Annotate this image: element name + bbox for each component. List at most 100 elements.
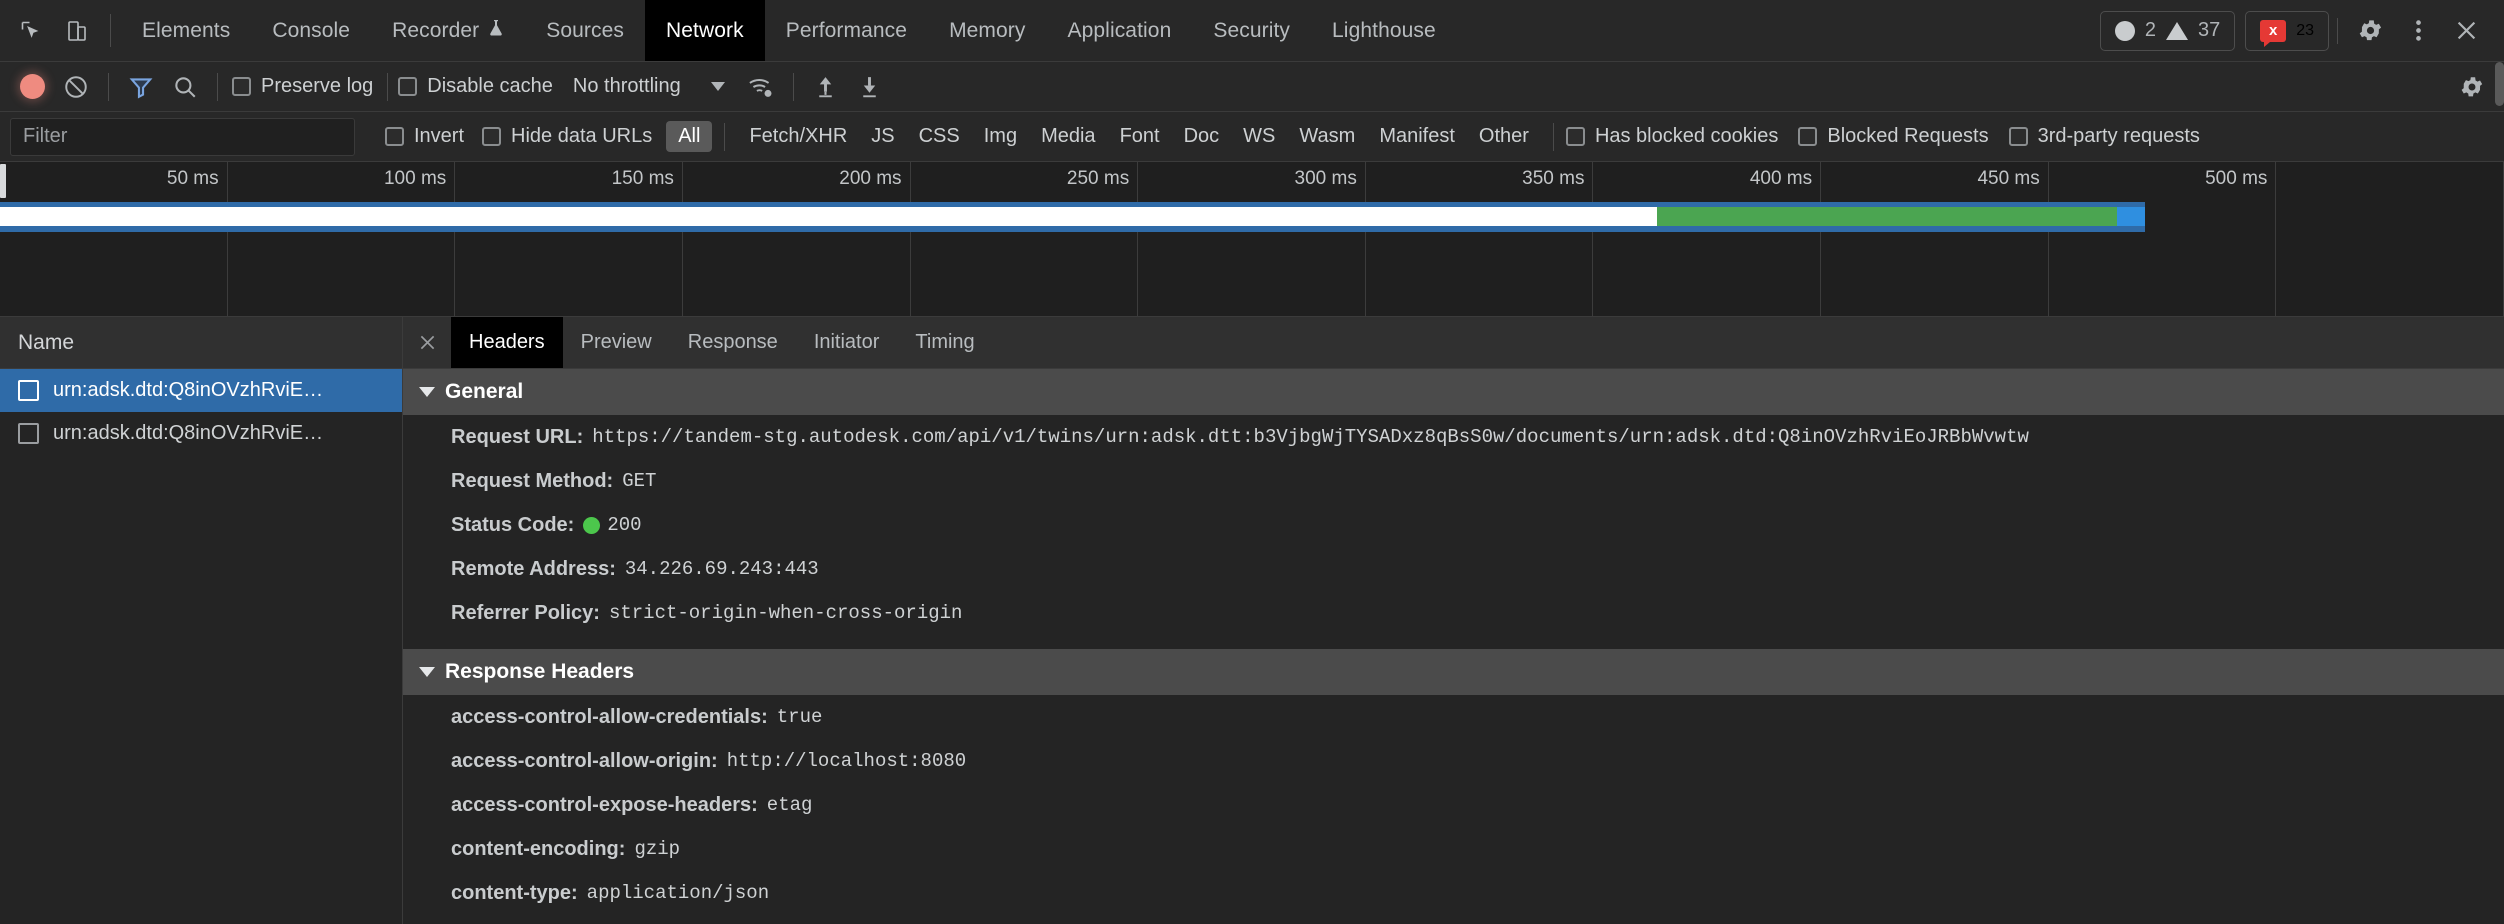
preserve-log-box[interactable]: [232, 77, 251, 96]
tab-application[interactable]: Application: [1047, 0, 1193, 61]
tab-lighthouse[interactable]: Lighthouse: [1311, 0, 1457, 61]
kebab-menu-icon[interactable]: [2394, 0, 2442, 62]
row-checkbox[interactable]: [18, 380, 39, 401]
filter-divider-2: [1552, 122, 1554, 151]
hide-data-urls-checkbox[interactable]: Hide data URLs: [482, 125, 652, 148]
tab-preview-label: Preview: [580, 331, 652, 353]
console-error-badge[interactable]: x 23: [2245, 10, 2329, 51]
filter-chip-img[interactable]: Img: [972, 121, 1029, 152]
filter-chip-manifest[interactable]: Manifest: [1367, 121, 1467, 152]
toolbar-divider-3: [387, 72, 389, 101]
network-settings-gear-icon[interactable]: [2450, 65, 2494, 109]
ruler-cell: 100 ms: [228, 162, 456, 316]
ruler-cell: 300 ms: [1138, 162, 1366, 316]
general-section-title: General: [445, 380, 524, 403]
disable-cache-box[interactable]: [398, 77, 418, 96]
tab-headers[interactable]: Headers: [451, 317, 563, 368]
import-har-button[interactable]: [804, 65, 848, 109]
tab-recorder[interactable]: Recorder: [371, 0, 525, 61]
clear-button[interactable]: [54, 65, 98, 109]
has-blocked-cookies-box[interactable]: [1565, 127, 1585, 146]
ruler-cell: [2276, 162, 2504, 316]
network-conditions-button[interactable]: [739, 65, 783, 109]
tick-label-200ms: 200 ms: [839, 168, 902, 189]
filter-divider-1: [724, 122, 726, 151]
filter-chip-ws[interactable]: WS: [1231, 121, 1287, 152]
window-scrollbar[interactable]: [2495, 62, 2504, 106]
general-status-code-row: Status Code: 200: [403, 503, 2504, 547]
preserve-log-checkbox[interactable]: Preserve log: [232, 75, 373, 98]
filter-chip-fetch-xhr[interactable]: Fetch/XHR: [737, 121, 859, 152]
tab-network[interactable]: Network: [645, 0, 765, 61]
close-icon[interactable]: [403, 317, 451, 368]
acao-value: http://localhost:8080: [726, 750, 967, 772]
tab-preview[interactable]: Preview: [563, 317, 670, 368]
ruler-cell: 200 ms: [683, 162, 911, 316]
search-button[interactable]: [163, 65, 207, 109]
tab-recorder-label: Recorder: [392, 18, 480, 42]
ruler-cell: 350 ms: [1366, 162, 1594, 316]
has-blocked-cookies-checkbox[interactable]: Has blocked cookies: [1565, 125, 1778, 148]
response-header-row: content-type: application/json: [403, 871, 2504, 915]
filter-chip-font[interactable]: Font: [1108, 121, 1172, 152]
tab-elements[interactable]: Elements: [121, 0, 251, 61]
network-timeline-overview[interactable]: 50 ms 100 ms 150 ms 200 ms 250 ms 300 ms…: [0, 162, 2504, 317]
filter-chip-other[interactable]: Other: [1467, 121, 1541, 152]
acao-key: access-control-allow-origin:: [451, 749, 718, 772]
hide-data-urls-box[interactable]: [482, 127, 502, 146]
tab-performance[interactable]: Performance: [765, 0, 928, 61]
status-code-value: 200: [607, 514, 642, 536]
request-list-column-header[interactable]: Name: [0, 317, 402, 369]
close-icon[interactable]: [2442, 0, 2490, 62]
third-party-requests-box[interactable]: [2008, 127, 2028, 146]
tab-response[interactable]: Response: [670, 317, 796, 368]
filter-button[interactable]: [119, 65, 163, 109]
overview-left-grabber[interactable]: [0, 164, 6, 198]
filter-chip-doc[interactable]: Doc: [1172, 121, 1232, 152]
tab-headers-label: Headers: [469, 331, 545, 353]
invert-box[interactable]: [385, 127, 404, 146]
tick-label-500ms: 500 ms: [2205, 168, 2268, 189]
table-row[interactable]: urn:adsk.dtd:Q8inOVzhRviE…: [0, 369, 402, 412]
response-header-row: access-control-allow-credentials: true: [403, 695, 2504, 739]
tab-timing[interactable]: Timing: [897, 317, 992, 368]
request-url-value: https://tandem-stg.autodesk.com/api/v1/t…: [592, 426, 2029, 448]
filter-chip-css[interactable]: CSS: [907, 121, 972, 152]
tab-sources[interactable]: Sources: [525, 0, 645, 61]
third-party-requests-checkbox[interactable]: 3rd-party requests: [2008, 125, 2200, 148]
table-row[interactable]: urn:adsk.dtd:Q8inOVzhRviE…: [0, 412, 402, 455]
filter-chip-media[interactable]: Media: [1029, 121, 1107, 152]
device-toolbar-icon[interactable]: [54, 0, 100, 61]
inspect-element-icon[interactable]: [8, 0, 54, 61]
export-har-button[interactable]: [848, 65, 892, 109]
tab-security[interactable]: Security: [1192, 0, 1311, 61]
remote-address-key: Remote Address:: [451, 557, 616, 580]
tab-initiator[interactable]: Initiator: [796, 317, 898, 368]
filter-chip-js[interactable]: JS: [859, 121, 906, 152]
gear-icon[interactable]: [2346, 0, 2394, 62]
response-header-row: content-encoding: gzip: [403, 827, 2504, 871]
tab-memory[interactable]: Memory: [928, 0, 1046, 61]
tab-console[interactable]: Console: [251, 0, 371, 61]
warning-count: 37: [2197, 19, 2221, 41]
general-request-method-row: Request Method: GET: [403, 459, 2504, 503]
throttling-select[interactable]: No throttling: [573, 75, 725, 98]
blocked-requests-checkbox[interactable]: Blocked Requests: [1798, 125, 1989, 148]
filter-chip-wasm[interactable]: Wasm: [1287, 121, 1367, 152]
record-button[interactable]: [10, 65, 54, 109]
response-headers-section-header[interactable]: Response Headers: [403, 649, 2504, 695]
disable-cache-checkbox[interactable]: Disable cache: [398, 75, 553, 98]
acac-key: access-control-allow-credentials:: [451, 705, 768, 728]
general-section-header[interactable]: General: [403, 369, 2504, 415]
invert-checkbox[interactable]: Invert: [385, 125, 464, 148]
blocked-requests-box[interactable]: [1798, 127, 1818, 146]
console-info-warning-badge[interactable]: 2 37: [2099, 10, 2236, 51]
row-checkbox[interactable]: [18, 423, 39, 444]
tabbar-divider: [110, 14, 111, 47]
ruler-cell: 500 ms: [2049, 162, 2277, 316]
overview-waiting-segment: [0, 207, 1657, 226]
filter-input[interactable]: [10, 117, 355, 156]
request-url-key: Request URL:: [451, 425, 584, 448]
overview-tail-segment: [2117, 207, 2145, 226]
filter-chip-all[interactable]: All: [666, 121, 713, 152]
